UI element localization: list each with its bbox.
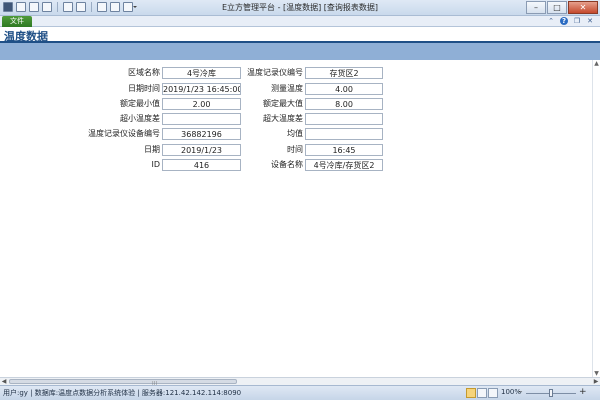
zoom-in-button[interactable]: + <box>579 387 587 397</box>
window-title: E立方管理平台 - [温度数据] [查询报表数据] <box>221 3 379 12</box>
field-label: 时间 <box>287 145 303 154</box>
form-view-icon[interactable] <box>466 388 476 398</box>
close-button[interactable]: ✕ <box>568 1 598 14</box>
ribbon: 文件 ⌃ ? ❐ ✕ <box>0 16 600 27</box>
page-header: 温度数据 <box>0 27 600 43</box>
field-label: 日期 <box>144 145 160 154</box>
field-label: 温度记录仪编号 <box>247 68 303 77</box>
recorder-number-field[interactable]: 存货区2 <box>305 67 383 79</box>
page-title: 温度数据 <box>4 30 48 43</box>
maximize-button[interactable]: □ <box>547 1 567 14</box>
vertical-scrollbar[interactable]: ▲ ▼ <box>592 60 600 377</box>
expand-ribbon-icon[interactable]: ⌃ <box>547 17 555 25</box>
measured-temp-field[interactable]: 4.00 <box>305 83 383 95</box>
title-bar: E立方管理平台 - [温度数据] [查询报表数据] – □ ✕ <box>0 0 600 16</box>
scroll-up-icon[interactable]: ▲ <box>593 60 600 67</box>
status-bar: 用户:gy | 数据库:温度点数据分析系统体验 | 服务器:121.42.142… <box>0 385 600 400</box>
over-temp-diff-field[interactable] <box>305 113 383 125</box>
horizontal-scrollbar[interactable]: ◀ ||| ▶ <box>0 377 600 387</box>
field-label: 设备名称 <box>271 160 303 169</box>
field-label: 超大温度差 <box>263 114 303 123</box>
mean-value-field[interactable] <box>305 128 383 140</box>
field-label: 区域名称 <box>128 68 160 77</box>
file-tab[interactable]: 文件 <box>2 16 32 27</box>
zoom-slider-thumb[interactable] <box>549 389 553 397</box>
field-label: 温度记录仪设备编号 <box>88 129 160 138</box>
ribbon-icons: ⌃ ? ❐ ✕ <box>547 17 594 25</box>
status-text: 用户:gy | 数据库:温度点数据分析系统体验 | 服务器:121.42.142… <box>3 389 242 397</box>
view-switcher <box>466 388 498 398</box>
design-view-icon[interactable] <box>488 388 498 398</box>
field-label: 额定最小值 <box>120 99 160 108</box>
device-name-field[interactable]: 4号冷库/存货区2 <box>305 159 383 171</box>
header-band <box>0 43 600 60</box>
scrollbar-thumb[interactable]: ||| <box>9 379 237 387</box>
scroll-left-icon[interactable]: ◀ <box>0 378 8 385</box>
window-controls: – □ ✕ <box>526 1 598 14</box>
zoom-out-button[interactable]: – <box>518 387 523 397</box>
field-label: 额定最大值 <box>263 99 303 108</box>
restore-icon[interactable]: ❐ <box>573 17 581 25</box>
scroll-right-icon[interactable]: ▶ <box>592 378 600 385</box>
close-doc-icon[interactable]: ✕ <box>586 17 594 25</box>
rated-max-field[interactable]: 8.00 <box>305 98 383 110</box>
field-label: 超小温度差 <box>120 114 160 123</box>
time-field[interactable]: 16:45 <box>305 144 383 156</box>
scroll-down-icon[interactable]: ▼ <box>593 370 600 377</box>
field-label: 日期时间 <box>128 84 160 93</box>
field-label: 均值 <box>287 129 303 138</box>
layout-view-icon[interactable] <box>477 388 487 398</box>
field-label: ID <box>151 160 160 169</box>
help-icon[interactable]: ? <box>560 17 568 25</box>
temperature-record-form: 区域名称 4号冷库 日期时间 2019/1/23 16:45:00 额定最小值 … <box>0 60 600 378</box>
field-label: 测量温度 <box>271 84 303 93</box>
minimize-button[interactable]: – <box>526 1 546 14</box>
